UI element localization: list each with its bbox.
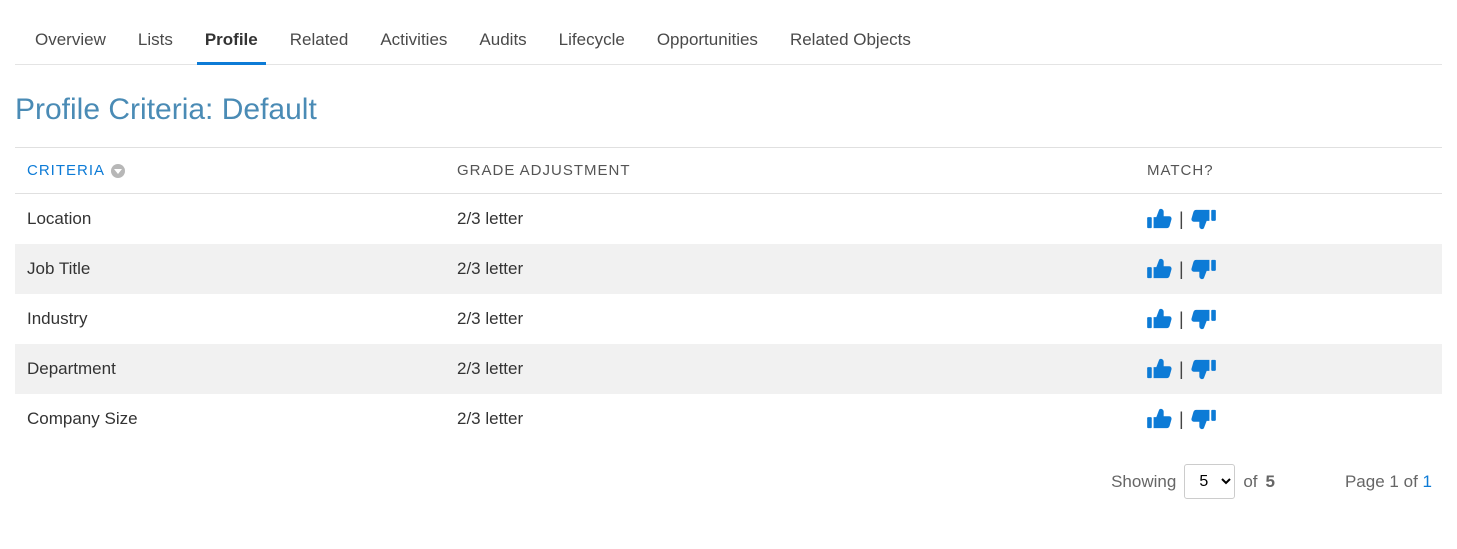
page-info: Page 1 of 1 (1345, 472, 1432, 492)
adjustment-cell: 2/3 letter (445, 244, 1135, 294)
page-title: Profile Criteria: Default (15, 93, 1442, 127)
column-header-match: Match? (1135, 148, 1442, 194)
thumbs-down-icon[interactable] (1190, 208, 1216, 230)
thumbs-up-icon[interactable] (1147, 258, 1173, 280)
criteria-table: Criteria Grade Adjustment Match? Locatio… (15, 148, 1442, 444)
criteria-cell: Company Size (15, 394, 445, 444)
tab-audits[interactable]: Audits (479, 20, 526, 64)
match-divider: | (1179, 359, 1184, 380)
total-count: 5 (1266, 472, 1275, 492)
adjustment-cell: 2/3 letter (445, 394, 1135, 444)
thumbs-down-icon[interactable] (1190, 358, 1216, 380)
criteria-cell: Industry (15, 294, 445, 344)
criteria-cell: Job Title (15, 244, 445, 294)
page-total-link[interactable]: 1 (1423, 472, 1432, 491)
column-header-adjustment: Grade Adjustment (445, 148, 1135, 194)
table-row: Department2/3 letter | (15, 344, 1442, 394)
table-row: Location2/3 letter | (15, 194, 1442, 245)
match-divider: | (1179, 409, 1184, 430)
tab-lists[interactable]: Lists (138, 20, 173, 64)
thumbs-down-icon[interactable] (1190, 258, 1216, 280)
tab-opportunities[interactable]: Opportunities (657, 20, 758, 64)
of-label: of (1243, 472, 1257, 492)
thumbs-down-icon[interactable] (1190, 308, 1216, 330)
tab-related-objects[interactable]: Related Objects (790, 20, 911, 64)
sort-down-icon (111, 164, 125, 178)
thumbs-up-icon[interactable] (1147, 358, 1173, 380)
match-divider: | (1179, 309, 1184, 330)
thumbs-up-icon[interactable] (1147, 408, 1173, 430)
match-cell: | (1135, 344, 1442, 394)
column-header-match-label: Match? (1147, 162, 1214, 179)
tab-profile[interactable]: Profile (205, 20, 258, 64)
match-cell: | (1135, 244, 1442, 294)
table-row: Company Size2/3 letter | (15, 394, 1442, 444)
tab-related[interactable]: Related (290, 20, 349, 64)
table-row: Industry2/3 letter | (15, 294, 1442, 344)
page-of: of (1404, 472, 1418, 491)
match-cell: | (1135, 294, 1442, 344)
table-footer: Showing 5 of 5 Page 1 of 1 (15, 464, 1442, 499)
tab-lifecycle[interactable]: Lifecycle (559, 20, 625, 64)
tab-overview[interactable]: Overview (35, 20, 106, 64)
match-cell: | (1135, 194, 1442, 245)
tab-bar: Overview Lists Profile Related Activities Aud… (15, 20, 1442, 65)
adjustment-cell: 2/3 letter (445, 194, 1135, 245)
showing-label: Showing (1111, 472, 1176, 492)
adjustment-cell: 2/3 letter (445, 344, 1135, 394)
column-header-criteria-label: Criteria (27, 162, 104, 179)
showing-group: Showing 5 of 5 (1111, 464, 1275, 499)
match-divider: | (1179, 209, 1184, 230)
match-divider: | (1179, 259, 1184, 280)
thumbs-down-icon[interactable] (1190, 408, 1216, 430)
criteria-cell: Location (15, 194, 445, 245)
column-header-criteria[interactable]: Criteria (15, 148, 445, 194)
match-cell: | (1135, 394, 1442, 444)
page-current: 1 (1389, 472, 1398, 491)
adjustment-cell: 2/3 letter (445, 294, 1135, 344)
criteria-cell: Department (15, 344, 445, 394)
page-label: Page (1345, 472, 1385, 491)
thumbs-up-icon[interactable] (1147, 208, 1173, 230)
table-row: Job Title2/3 letter | (15, 244, 1442, 294)
page-size-select[interactable]: 5 (1184, 464, 1235, 499)
thumbs-up-icon[interactable] (1147, 308, 1173, 330)
column-header-adjustment-label: Grade Adjustment (457, 162, 631, 179)
tab-activities[interactable]: Activities (380, 20, 447, 64)
criteria-table-wrap: Criteria Grade Adjustment Match? Locatio… (15, 147, 1442, 444)
